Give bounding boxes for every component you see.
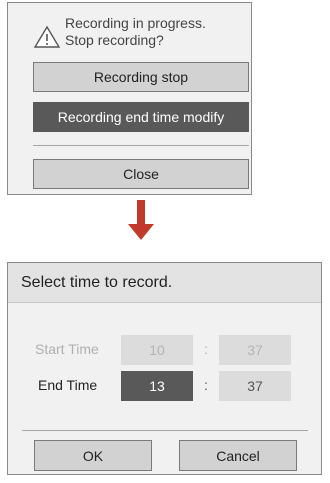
divider: [22, 430, 308, 431]
start-minute-field[interactable]: 37: [219, 335, 291, 365]
start-time-label: Start Time: [35, 341, 99, 357]
ok-button[interactable]: OK: [34, 440, 152, 471]
end-time-label: End Time: [38, 377, 98, 393]
close-button[interactable]: Close: [33, 159, 249, 189]
end-hour-field[interactable]: 13: [121, 371, 193, 401]
dialog-header: Select time to record.: [8, 263, 321, 303]
arrow-down-icon: [128, 200, 154, 240]
divider: [33, 145, 249, 146]
recording-end-time-modify-button[interactable]: Recording end time modify: [33, 102, 249, 132]
end-colon: :: [204, 377, 208, 393]
select-time-dialog: Select time to record. Start Time 10 : 3…: [7, 262, 322, 475]
dialog-title: Select time to record.: [21, 274, 173, 291]
start-hour-field[interactable]: 10: [121, 335, 193, 365]
dialog-message: Recording in progress. Stop recording?: [65, 15, 206, 48]
recording-stop-button[interactable]: Recording stop: [33, 62, 249, 92]
start-colon: :: [204, 341, 208, 357]
warning-triangle-icon: [33, 25, 61, 48]
cancel-button[interactable]: Cancel: [179, 440, 297, 471]
stop-recording-dialog: Recording in progress. Stop recording? R…: [7, 2, 252, 195]
end-minute-field[interactable]: 37: [219, 371, 291, 401]
